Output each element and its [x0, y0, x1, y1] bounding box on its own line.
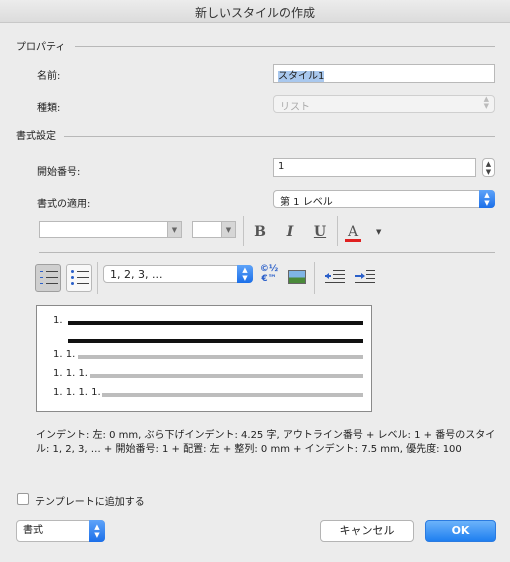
format-menu-arrows-icon: ▲ ▼ [89, 520, 105, 542]
number-style-select[interactable]: 1, 2, 3, ... ▲ ▼ [103, 265, 253, 283]
list-toolbar-separator-2 [314, 262, 315, 294]
preview-level2-line [78, 355, 363, 359]
add-to-template-label[interactable]: テンプレートに追加する [35, 493, 145, 508]
picture-icon[interactable] [288, 270, 306, 284]
bold-button[interactable]: B [251, 224, 269, 242]
preview-level1-line-2 [68, 339, 363, 343]
format-menu-label: 書式 [23, 525, 43, 536]
stepper-up-icon[interactable]: ▲ [483, 160, 494, 168]
start-number-field[interactable]: 1 [273, 158, 476, 177]
preview-level4-line [102, 393, 363, 397]
font-name-combo[interactable]: ▼ [39, 221, 182, 238]
properties-divider [75, 46, 495, 47]
preview-level1-number: 1. [53, 315, 63, 326]
format-divider [64, 136, 495, 137]
apply-to-select[interactable]: 第 1 レベル ▲ ▼ [273, 190, 495, 208]
toolbar-divider [39, 252, 495, 253]
ok-button[interactable]: OK [425, 520, 496, 542]
increase-indent-icon[interactable] [355, 269, 375, 285]
preview-level3-line [90, 374, 363, 378]
list-preview: 1. 1. 1. 1. 1. 1. 1. 1. 1. 1. [36, 305, 372, 412]
name-field-text: スタイル1 [278, 71, 325, 82]
font-color-button[interactable]: A ▼ [344, 222, 388, 244]
symbol-button[interactable]: ©½ €™ [258, 264, 280, 288]
format-menu-button[interactable]: 書式 ▲ ▼ [16, 520, 105, 542]
font-color-dropdown-icon: ▼ [376, 228, 382, 236]
preview-level2-number: 1. 1. [53, 349, 76, 360]
number-style-arrows-icon: ▲ ▼ [237, 265, 253, 283]
symbol-button-top: ©½ [259, 264, 279, 274]
properties-heading: プロパティ [16, 42, 66, 53]
name-field[interactable]: スタイル1 [273, 64, 495, 83]
format-heading: 書式設定 [16, 131, 56, 142]
bullet-list-icon [71, 270, 89, 288]
kind-label: 種類: [37, 103, 61, 114]
start-number-label: 開始番号: [37, 167, 81, 178]
cancel-button[interactable]: キャンセル [320, 520, 414, 542]
underline-button[interactable]: U [311, 224, 329, 242]
start-number-value: 1 [278, 161, 285, 172]
select-arrows-icon: ▲ ▼ [479, 190, 495, 208]
numbered-list-button[interactable] [35, 264, 61, 292]
font-name-dropdown-icon[interactable]: ▼ [167, 222, 181, 237]
preview-level4-number: 1. 1. 1. 1. [53, 387, 101, 398]
apply-to-label: 書式の適用: [37, 199, 91, 210]
font-color-icon: A [347, 224, 359, 240]
kind-select-value: リスト [280, 102, 310, 113]
symbol-button-bottom: €™ [261, 274, 277, 284]
name-label: 名前: [37, 71, 61, 82]
decrease-indent-icon[interactable] [325, 269, 345, 285]
stepper-down-icon[interactable]: ▼ [483, 168, 494, 176]
number-style-value: 1, 2, 3, ... [110, 268, 163, 281]
numbered-list-icon [40, 270, 58, 288]
preview-level3-number: 1. 1. 1. [53, 368, 88, 379]
toolbar-separator-2 [337, 216, 338, 246]
start-number-stepper[interactable]: ▲ ▼ [482, 158, 495, 177]
list-toolbar-separator [97, 262, 98, 294]
window-title: 新しいスタイルの作成 [194, 6, 315, 20]
style-description: インデント: 左: 0 mm, ぶら下げインデント: 4.25 字, アウトライ… [36, 430, 496, 455]
font-color-swatch [345, 239, 361, 242]
toolbar-separator [243, 216, 244, 246]
preview-level1-line [68, 321, 363, 325]
kind-select-arrows-icon: ▲ ▼ [483, 95, 489, 110]
apply-to-value: 第 1 レベル [280, 197, 333, 208]
bullet-list-button[interactable] [66, 264, 92, 292]
add-to-template-checkbox[interactable] [17, 493, 29, 505]
font-size-combo[interactable]: ▼ [192, 221, 236, 238]
font-size-dropdown-icon[interactable]: ▼ [221, 222, 235, 237]
italic-button[interactable]: I [281, 224, 299, 242]
kind-select: リスト ▲ ▼ [273, 95, 495, 113]
